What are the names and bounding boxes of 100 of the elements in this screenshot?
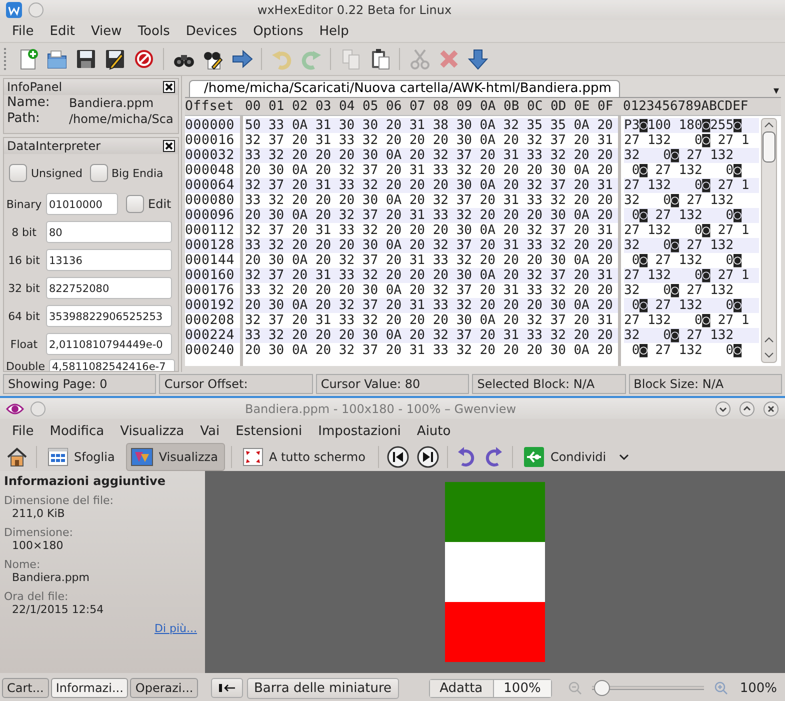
down-arrow-icon[interactable] <box>466 48 488 70</box>
toolbar-button[interactable]: Visualizza <box>126 443 225 471</box>
close-icon[interactable] <box>163 140 175 152</box>
field-label: 16 bit <box>7 254 41 266</box>
zoom-button[interactable]: Adatta <box>430 680 493 696</box>
toggle-sidebar-button[interactable] <box>211 678 243 698</box>
ascii-text: 27 132 0◙ 27 1 <box>624 223 750 238</box>
offset-cell-text: 000048 <box>185 163 236 178</box>
sidebar-tab[interactable]: Cart... <box>2 678 49 698</box>
input-field[interactable]: 13136 <box>46 249 172 271</box>
thumbnails-icon <box>48 448 68 466</box>
offset-cell-text: 000240 <box>185 343 236 358</box>
field-label: 64 bit <box>7 310 41 322</box>
maximize-icon[interactable] <box>739 400 755 416</box>
field-value: Bandiera.ppm <box>69 95 154 111</box>
menu-item[interactable]: Devices <box>178 24 246 38</box>
menu-item[interactable]: Tools <box>130 24 178 38</box>
offset-cell: 000064 <box>185 178 240 193</box>
column-header: 01 <box>268 98 286 115</box>
input-field[interactable]: 4,5811082542416e-7 <box>48 358 175 371</box>
ascii-text: 32 0◙ 27 132 <box>624 328 759 343</box>
offset-cell: 000128 <box>185 238 240 253</box>
menu-item[interactable]: Visualizza <box>112 424 192 438</box>
menu-item[interactable]: View <box>82 24 130 38</box>
file-tab[interactable]: /home/micha/Scaricati/Nuova cartella/AWK-html/Bandiera.ppm <box>189 80 620 97</box>
sidebar-tab[interactable]: Operazi... <box>130 678 198 698</box>
toolbar-button[interactable]: A tutto schermo <box>238 443 372 471</box>
panel-title: InfoPanel <box>7 80 62 94</box>
skip-forward-icon[interactable] <box>417 446 440 468</box>
status-field: Showing Page: 0 <box>3 374 156 394</box>
input-field[interactable]: 80 <box>46 221 172 243</box>
ascii-text: 27 132 0◙ 27 1 <box>624 178 759 193</box>
zoom-button[interactable]: 100% <box>492 680 551 696</box>
toolbar-grip <box>4 48 8 70</box>
hex-bytes: 33 32 20 20 20 30 0A 20 32 37 20 31 33 32 20 20 <box>245 148 618 163</box>
sidebar-tab[interactable]: Informazi... <box>50 678 128 698</box>
offset-cell: 000000 <box>185 118 240 133</box>
tab-menu-button[interactable]: ▾ <box>771 84 781 97</box>
close-icon[interactable] <box>163 81 175 93</box>
minimize-icon[interactable] <box>715 400 731 416</box>
hex-bytes: 20 30 0A 20 32 37 20 31 33 32 20 20 20 30 0A 20 <box>245 163 614 178</box>
toolbar-button[interactable]: Sfoglia <box>43 443 122 471</box>
field-label: Nome: <box>4 558 42 571</box>
panel-title: DataInterpreter <box>7 139 101 153</box>
offset-cell: 000096 <box>185 208 240 223</box>
menu-item[interactable]: File <box>4 24 42 38</box>
chevron-down-icon[interactable] <box>619 453 630 461</box>
offset-cell: 000032 <box>185 148 240 163</box>
field-label: Binary <box>6 198 42 210</box>
more-link[interactable]: Di più... <box>154 622 197 635</box>
hex-bytes: 33 32 20 20 20 30 0A 20 32 37 20 31 33 32 20 20 <box>245 193 614 208</box>
menu-item[interactable]: Modifica <box>42 424 112 438</box>
rotate-left-icon[interactable] <box>456 446 476 468</box>
section-heading: Informazioni aggiuntive <box>4 474 166 488</box>
menu-item[interactable]: Vai <box>192 424 228 438</box>
menu-item[interactable]: Aiuto <box>408 424 459 438</box>
close-icon[interactable] <box>763 400 779 416</box>
offset-cell: 000192 <box>185 298 240 313</box>
offset-cell-text: 000208 <box>185 313 236 328</box>
ascii-text: 0◙ 27 132 0◙ <box>624 208 759 223</box>
house-icon[interactable] <box>6 446 28 468</box>
menu-item[interactable]: Impostazioni <box>310 424 409 438</box>
ascii-text: P3◙100 180◙255◙ <box>624 118 759 133</box>
menu-item[interactable]: Edit <box>42 24 83 38</box>
floppy-pencil-icon[interactable] <box>104 48 126 70</box>
input-field[interactable]: 2,0110810794449e-0 <box>46 333 172 355</box>
scrollbar[interactable] <box>761 118 777 363</box>
column-header: 0B <box>504 98 520 115</box>
toolbar-button[interactable]: Condividi <box>519 443 614 471</box>
checkbox[interactable] <box>90 164 108 182</box>
rotate-right-icon[interactable] <box>484 446 504 468</box>
stop-icon[interactable] <box>132 48 154 70</box>
menu-item[interactable]: File <box>4 424 42 438</box>
checkbox[interactable] <box>9 164 27 182</box>
window-title: wxHexEditor 0.22 Beta for Linux <box>256 3 453 17</box>
field-value: 211,0 KiB <box>11 507 66 520</box>
hex-bytes: 33 32 20 20 20 30 0A 20 32 37 20 31 33 32 20 20 <box>245 238 618 253</box>
skip-back-icon[interactable] <box>387 446 410 468</box>
column-header: 0E <box>574 98 591 115</box>
share-icon <box>524 447 544 467</box>
offset-cell-text: 000176 <box>185 283 236 298</box>
input-field[interactable]: 35398822906525253 <box>46 305 172 327</box>
column-header: 0123456789ABCDEF <box>623 98 748 115</box>
ascii-text: 32 0◙ 27 132 <box>624 193 735 208</box>
sidebar-arrow-icon <box>218 683 236 693</box>
folder-icon[interactable] <box>46 48 68 70</box>
field-label: Ora del file: <box>4 590 70 603</box>
input-field[interactable]: 01010000 <box>46 193 118 215</box>
menu-item[interactable]: Options <box>245 24 312 38</box>
checkbox[interactable] <box>126 195 144 213</box>
field-value: 100×180 <box>11 539 64 552</box>
menu-item[interactable]: Help <box>311 24 357 38</box>
thumbnail-bar-button[interactable]: Barra delle miniature <box>247 678 399 698</box>
column-header: 0F <box>598 98 614 115</box>
right-arrow-icon[interactable] <box>230 48 252 70</box>
field-label: Name: <box>7 95 51 111</box>
menu-item[interactable]: Estensioni <box>228 424 310 438</box>
column-header: 08 <box>433 98 450 115</box>
ascii-text: 32 0◙ 27 132 <box>624 283 735 298</box>
input-field[interactable]: 822752080 <box>46 277 172 299</box>
